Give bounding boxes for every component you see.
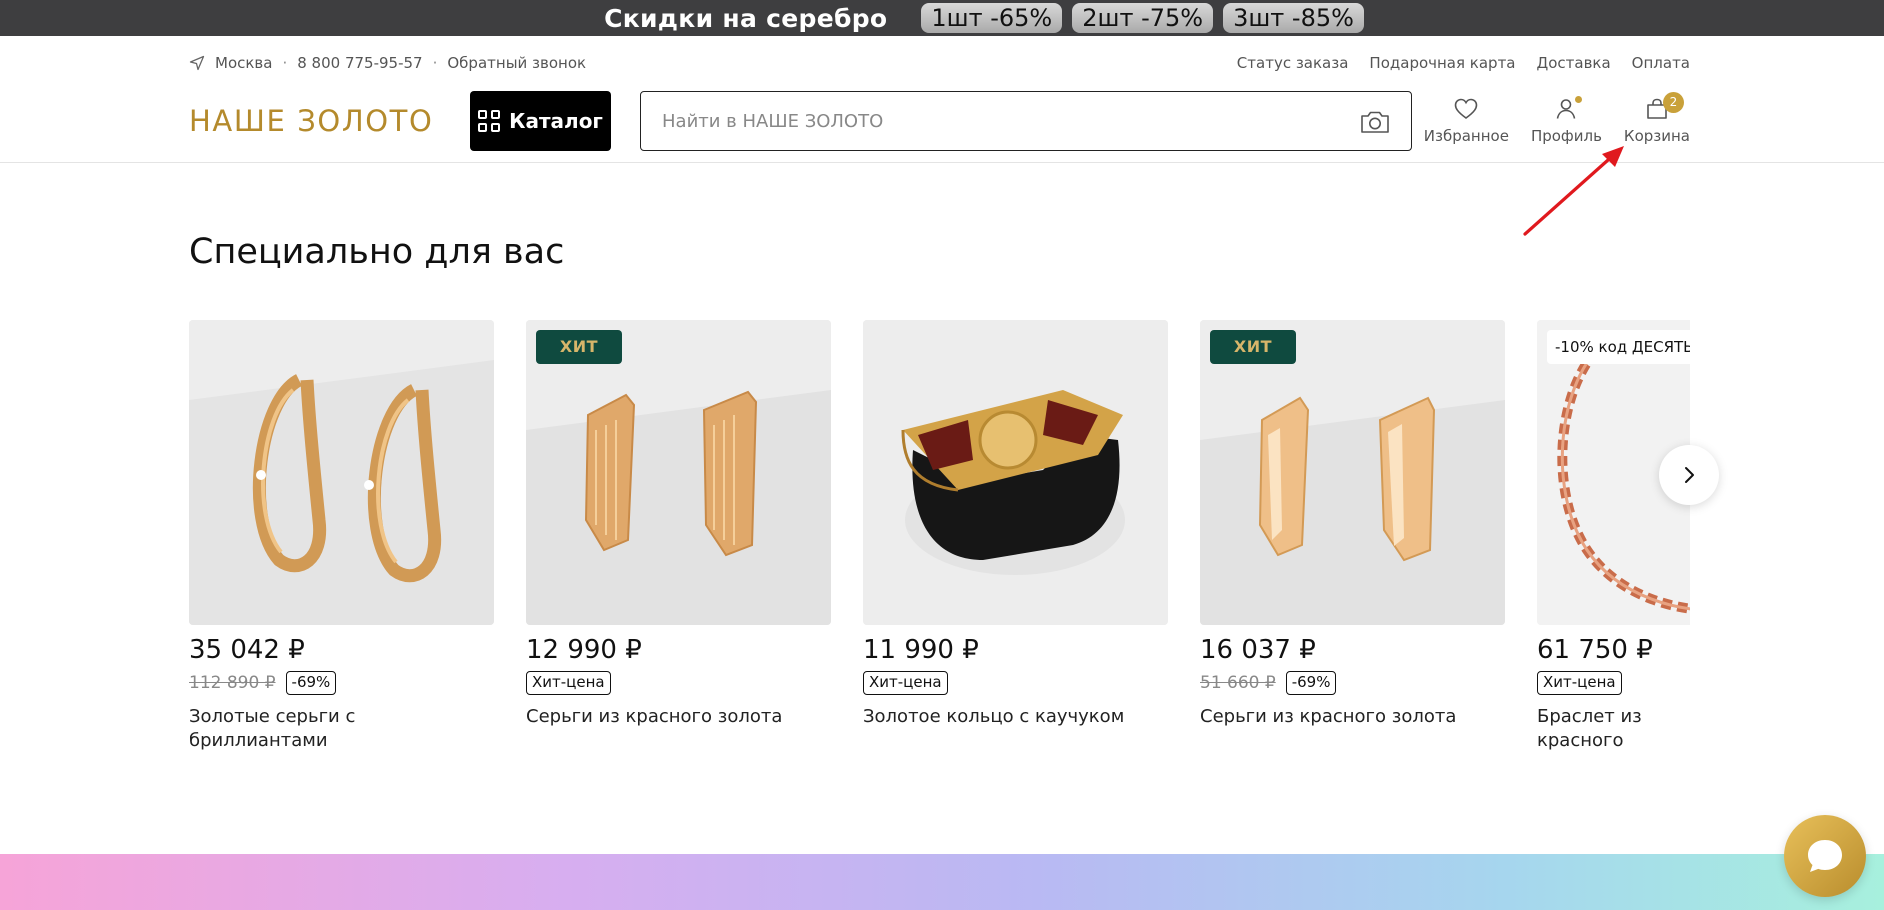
promo-banner[interactable]: Скидки на серебро 1шт -65% 2шт -75% 3шт … — [0, 0, 1884, 36]
callback-link[interactable]: Обратный звонок — [447, 54, 586, 72]
top-info-row: Москва · 8 800 775-95-57 · Обратный звон… — [189, 52, 1690, 74]
product-card[interactable]: ХИТ 16 037 ₽ 51 660 ₽ -69% Серьги из кра… — [1200, 320, 1505, 729]
product-card[interactable]: -10% код ДЕСЯТЬ 61 750 ₽ Хит-цена Брасле… — [1537, 320, 1690, 760]
profile-label: Профиль — [1530, 127, 1602, 145]
order-status-link[interactable]: Статус заказа — [1237, 54, 1349, 72]
hit-price-label: Хит-цена — [526, 671, 611, 695]
product-name[interactable]: Браслет из красного золота с фианитами — [1537, 705, 1690, 760]
header-divider — [0, 162, 1884, 163]
product-image[interactable] — [863, 320, 1168, 625]
product-price: 16 037 ₽ — [1200, 635, 1316, 665]
earrings-image — [526, 320, 831, 625]
profile-button[interactable]: Профиль — [1531, 96, 1602, 145]
cart-count-badge: 2 — [1663, 92, 1684, 113]
search-box — [640, 91, 1412, 151]
phone-number[interactable]: 8 800 775-95-57 — [297, 54, 422, 72]
grid-icon — [478, 110, 501, 132]
product-name[interactable]: Серьги из красного золота — [1200, 705, 1505, 729]
favorites-label: Избранное — [1423, 127, 1509, 145]
favorites-button[interactable]: Избранное — [1424, 96, 1509, 145]
product-image[interactable]: ХИТ — [1200, 320, 1505, 625]
search-input[interactable] — [641, 92, 1321, 150]
carousel-next-button[interactable] — [1659, 445, 1719, 505]
cart-button[interactable]: 2 Корзина — [1623, 92, 1690, 145]
chat-button[interactable] — [1784, 815, 1866, 897]
product-price: 61 750 ₽ — [1537, 635, 1653, 665]
product-image[interactable] — [189, 320, 494, 625]
product-name[interactable]: Золотые серьги с бриллиантами — [189, 705, 494, 753]
promo-title: Скидки на серебро — [604, 3, 888, 33]
hit-price-label: Хит-цена — [863, 671, 948, 695]
product-card[interactable]: ХИТ 12 990 ₽ Хит-цена Серьги из красного… — [526, 320, 831, 729]
promo-chip-1: 1шт -65% — [921, 3, 1063, 33]
delivery-link[interactable]: Доставка — [1537, 54, 1611, 72]
main-header: НАШЕ ЗОЛОТО Каталог Избранное Профиль 2 … — [189, 90, 1690, 152]
old-price: 112 890 ₽ — [189, 673, 276, 693]
location-arrow-icon — [189, 55, 205, 71]
hit-price-label: Хит-цена — [1537, 671, 1622, 695]
product-image[interactable]: ХИТ — [526, 320, 831, 625]
promo-chip-2: 2шт -75% — [1072, 3, 1214, 33]
promo-code-tag: -10% код ДЕСЯТЬ — [1547, 330, 1690, 364]
cart-label: Корзина — [1623, 127, 1690, 145]
old-price: 51 660 ₽ — [1200, 673, 1276, 693]
promo-chip-3: 3шт -85% — [1223, 3, 1364, 33]
profile-notify-dot — [1574, 96, 1582, 103]
product-price: 11 990 ₽ — [863, 635, 979, 665]
product-carousel: 35 042 ₽ 112 890 ₽ -69% Золотые серьги с… — [189, 320, 1690, 760]
discount-badge: -69% — [1285, 671, 1337, 695]
product-card[interactable]: 11 990 ₽ Хит-цена Золотое кольцо с каучу… — [863, 320, 1168, 729]
heart-icon — [1455, 98, 1478, 119]
product-price: 12 990 ₽ — [526, 635, 642, 665]
gift-card-link[interactable]: Подарочная карта — [1369, 54, 1515, 72]
chevron-right-icon — [1685, 467, 1694, 483]
catalog-button[interactable]: Каталог — [470, 91, 611, 151]
site-logo[interactable]: НАШЕ ЗОЛОТО — [189, 104, 433, 138]
payment-link[interactable]: Оплата — [1632, 54, 1690, 72]
product-card[interactable]: 35 042 ₽ 112 890 ₽ -69% Золотые серьги с… — [189, 320, 494, 753]
catalog-label: Каталог — [509, 109, 603, 133]
discount-badge: -69% — [285, 671, 337, 695]
separator-dot: · — [282, 54, 288, 72]
separator-dot: · — [432, 54, 438, 72]
section-title: Специально для вас — [189, 232, 565, 272]
hit-badge: ХИТ — [1210, 330, 1296, 364]
camera-icon[interactable] — [1359, 110, 1391, 134]
product-name[interactable]: Серьги из красного золота — [526, 705, 831, 729]
hit-badge: ХИТ — [536, 330, 622, 364]
red-annotation-arrow — [1523, 146, 1624, 236]
product-name[interactable]: Золотое кольцо с каучуком — [863, 705, 1168, 729]
product-price: 35 042 ₽ — [189, 635, 305, 665]
earrings-image — [1200, 320, 1505, 625]
earrings-image — [189, 320, 494, 625]
chat-bubble-icon — [1808, 840, 1842, 872]
city-selector[interactable]: Москва — [215, 54, 272, 72]
gradient-banner — [0, 854, 1884, 910]
ring-image — [863, 320, 1168, 625]
